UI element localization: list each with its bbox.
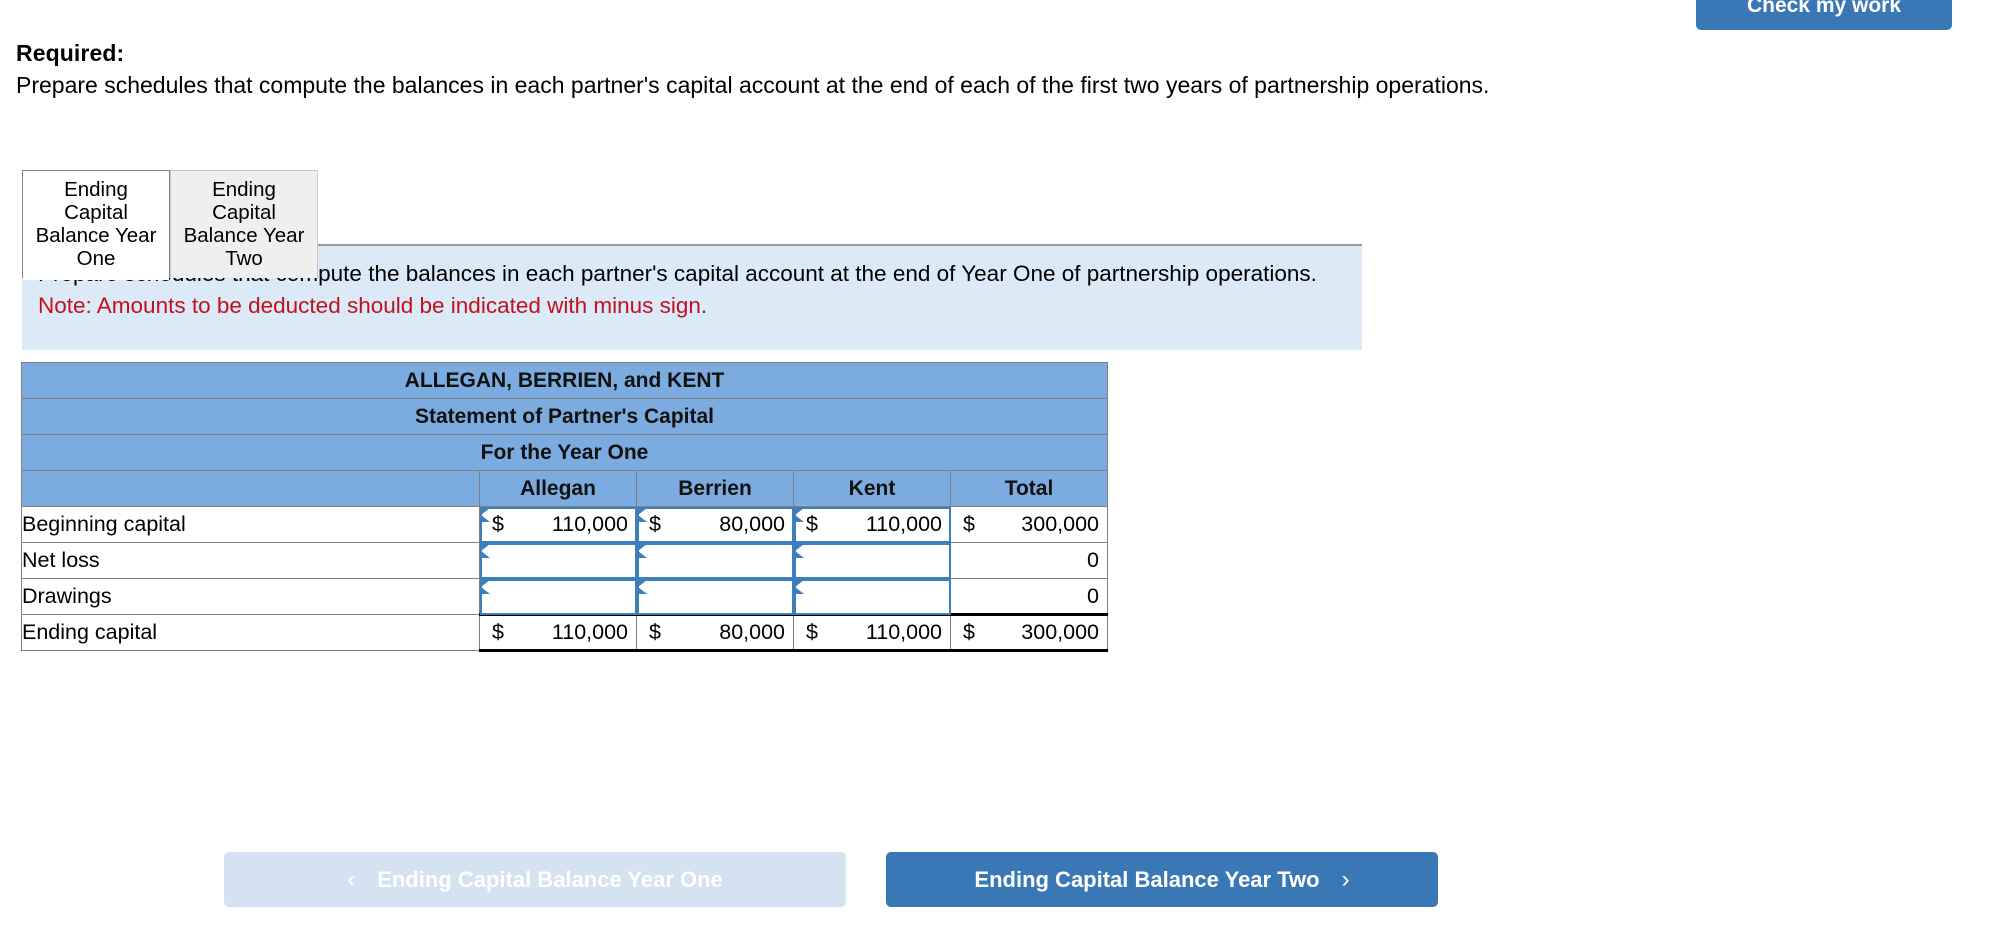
cell-drawings-allegan[interactable] (479, 578, 637, 615)
cell-marker-icon (481, 544, 490, 558)
tab-ending-capital-balance-year-one[interactable]: Ending Capital Balance Year One (22, 170, 170, 280)
cell-ending-capital-kent: $ 110,000 (793, 613, 951, 652)
table-title-row: ALLEGAN, BERRIEN, and KENT (21, 362, 1108, 399)
cell-value: 110,000 (865, 512, 942, 536)
row-label-drawings: Drawings (21, 578, 480, 615)
currency-symbol: $ (806, 512, 818, 536)
required-block: Required: Prepare schedules that compute… (16, 38, 1916, 103)
table-column-header-row: Allegan Berrien Kent Total (21, 470, 1108, 507)
column-header-blank (21, 470, 480, 507)
currency-symbol: $ (806, 620, 818, 644)
cell-marker-icon (638, 508, 647, 522)
table-row: Net loss 0 (21, 542, 1108, 579)
cell-marker-icon (481, 580, 490, 594)
cell-value: 300,000 (1021, 620, 1099, 644)
cell-value: 110,000 (551, 620, 628, 644)
currency-symbol: $ (963, 620, 975, 644)
next-page-label: Ending Capital Balance Year Two (974, 866, 1320, 892)
currency-symbol: $ (492, 512, 504, 536)
table-title-row: Statement of Partner's Capital (21, 398, 1108, 435)
chevron-right-icon: › (1341, 865, 1350, 893)
row-label-net-loss: Net loss (21, 542, 480, 579)
cell-value: 0 (1087, 548, 1099, 572)
instruction-note: Note: Amounts to be deducted should be i… (38, 293, 708, 318)
cell-beginning-capital-allegan[interactable]: $ 110,000 (479, 506, 637, 543)
cell-beginning-capital-total: $ 300,000 (950, 506, 1108, 543)
cell-beginning-capital-kent[interactable]: $ 110,000 (793, 506, 951, 543)
column-header-kent: Kent (793, 470, 951, 507)
cell-marker-icon (795, 580, 804, 594)
tab-ending-capital-balance-year-two[interactable]: Ending Capital Balance Year Two (170, 170, 318, 278)
cell-drawings-total: 0 (950, 578, 1108, 615)
currency-symbol: $ (963, 512, 975, 536)
cell-ending-capital-berrien: $ 80,000 (636, 613, 794, 652)
cell-drawings-berrien[interactable] (636, 578, 794, 615)
cell-marker-icon (795, 544, 804, 558)
cell-value: 80,000 (719, 512, 785, 536)
cell-beginning-capital-berrien[interactable]: $ 80,000 (636, 506, 794, 543)
row-label-beginning-capital: Beginning capital (21, 506, 480, 543)
required-title: Required: (16, 40, 125, 66)
cell-value: 80,000 (719, 620, 785, 644)
cell-value: 110,000 (865, 620, 942, 644)
cell-marker-icon (638, 544, 647, 558)
table-row: Drawings 0 (21, 578, 1108, 615)
cell-drawings-kent[interactable] (793, 578, 951, 615)
chevron-left-icon: ‹ (347, 865, 356, 893)
check-my-work-button[interactable]: Check my work (1696, 0, 1952, 30)
tab-strip: Ending Capital Balance Year One Ending C… (22, 170, 318, 280)
table-row: Beginning capital $ 110,000 $ 80,000 $ 1… (21, 506, 1108, 543)
prev-page-button[interactable]: ‹ Ending Capital Balance Year One (224, 852, 846, 907)
cell-marker-icon (795, 508, 804, 522)
next-page-button[interactable]: Ending Capital Balance Year Two › (886, 852, 1438, 907)
currency-symbol: $ (649, 620, 661, 644)
tab-label: Ending Capital Balance Year One (35, 178, 157, 270)
statement-title-period: For the Year One (21, 434, 1108, 471)
cell-value: 0 (1087, 583, 1099, 608)
cell-net-loss-kent[interactable] (793, 542, 951, 579)
column-header-berrien: Berrien (636, 470, 794, 507)
table-title-row: For the Year One (21, 434, 1108, 471)
cell-marker-icon (638, 580, 647, 594)
cell-net-loss-total: 0 (950, 542, 1108, 579)
cell-value: 110,000 (551, 512, 628, 536)
statement-title-subject: Statement of Partner's Capital (21, 398, 1108, 435)
currency-symbol: $ (649, 512, 661, 536)
row-label-ending-capital: Ending capital (21, 614, 480, 651)
cell-value: 300,000 (1021, 512, 1099, 536)
currency-symbol: $ (492, 620, 504, 644)
tab-label: Ending Capital Balance Year Two (183, 178, 305, 270)
prev-page-label: Ending Capital Balance Year One (377, 866, 723, 892)
cell-ending-capital-allegan: $ 110,000 (479, 613, 637, 652)
statement-of-partners-capital-table: ALLEGAN, BERRIEN, and KENT Statement of … (21, 362, 1108, 652)
cell-ending-capital-total: $ 300,000 (950, 613, 1108, 652)
required-description: Prepare schedules that compute the balan… (16, 72, 1490, 98)
column-header-allegan: Allegan (479, 470, 637, 507)
cell-marker-icon (481, 508, 490, 522)
cell-net-loss-berrien[interactable] (636, 542, 794, 579)
cell-net-loss-allegan[interactable] (479, 542, 637, 579)
table-row: Ending capital $ 110,000 $ 80,000 $ 110,… (21, 613, 1108, 652)
statement-title-company: ALLEGAN, BERRIEN, and KENT (21, 362, 1108, 399)
column-header-total: Total (950, 470, 1108, 507)
